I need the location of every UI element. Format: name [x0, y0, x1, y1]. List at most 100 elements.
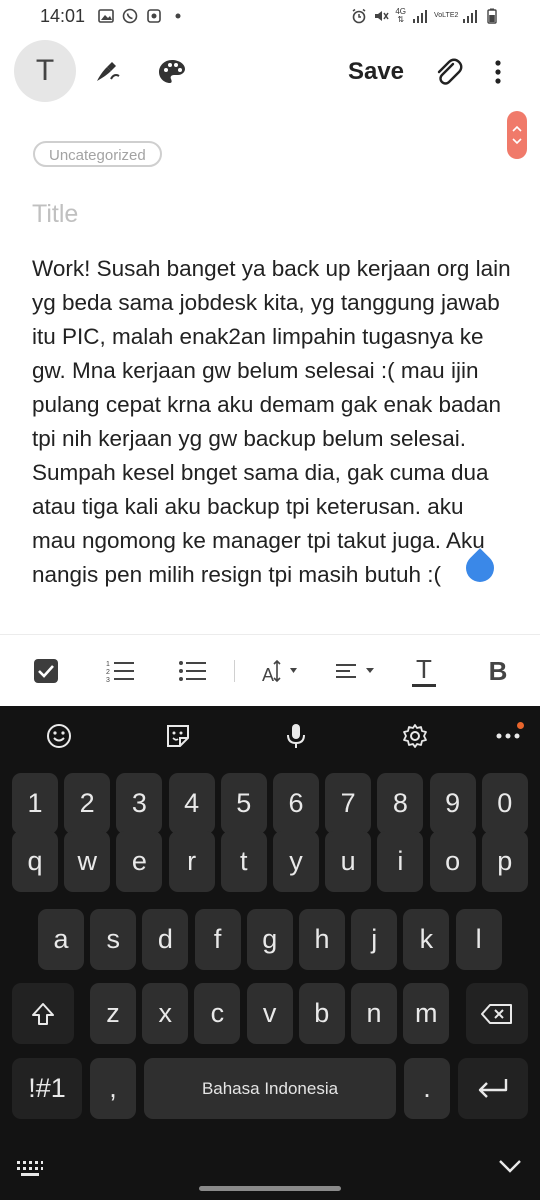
text-color-button[interactable]: T	[406, 649, 442, 693]
bulleted-list-button[interactable]	[174, 649, 210, 693]
svg-text:2: 2	[106, 669, 110, 676]
scroll-handle[interactable]	[507, 111, 527, 159]
hide-keyboard-button[interactable]	[498, 1158, 522, 1179]
alignment-button[interactable]	[332, 649, 384, 693]
key-b[interactable]: b	[298, 983, 345, 1044]
bold-button[interactable]: B	[480, 649, 516, 693]
handwriting-mode-button[interactable]	[88, 52, 128, 92]
emoji-button[interactable]	[41, 718, 77, 754]
sticker-button[interactable]	[160, 718, 196, 754]
key-6[interactable]: 6	[273, 773, 319, 834]
key-g[interactable]: g	[246, 909, 293, 970]
enter-icon	[478, 1078, 508, 1098]
key-7[interactable]: 7	[325, 773, 372, 834]
more-icon	[496, 733, 520, 739]
keyboard: 1 2 3 4 5 6 7 8 9 0 q w e r t y u i o p a s d f g h j k l z x c v b n m !#1,…	[0, 706, 540, 1200]
navigation-handle[interactable]	[199, 1186, 341, 1191]
align-icon	[336, 664, 374, 678]
key-o[interactable]: o	[429, 831, 476, 892]
text-color-underline	[412, 683, 436, 687]
key-c[interactable]: c	[194, 983, 241, 1044]
voice-input-button[interactable]	[278, 718, 314, 754]
period-key[interactable]: .	[404, 1058, 450, 1119]
space-key[interactable]: Bahasa Indonesia	[144, 1058, 396, 1119]
key-5[interactable]: 5	[220, 773, 267, 834]
key-m[interactable]: m	[403, 983, 450, 1044]
key-r[interactable]: r	[168, 831, 215, 892]
note-toolbar: T Save	[0, 34, 540, 109]
key-9[interactable]: 9	[429, 773, 476, 834]
status-time: 14:01	[40, 6, 86, 26]
numbered-list-button[interactable]: 123	[102, 649, 138, 693]
checkbox-button[interactable]	[28, 649, 64, 693]
bulleted-list-icon	[179, 661, 206, 681]
key-i[interactable]: i	[377, 831, 424, 892]
backspace-key[interactable]	[466, 983, 528, 1044]
palette-icon	[159, 60, 185, 83]
key-4[interactable]: 4	[168, 773, 215, 834]
category-chip[interactable]: Uncategorized	[33, 141, 162, 167]
svg-text:3: 3	[106, 677, 110, 683]
key-w[interactable]: w	[64, 831, 111, 892]
gallery-notification-icon	[98, 9, 114, 23]
keyboard-settings-button[interactable]	[397, 718, 433, 754]
symbols-key[interactable]: !#1	[12, 1058, 82, 1119]
keyboard-more-button[interactable]	[490, 718, 526, 754]
key-h[interactable]: h	[299, 909, 345, 970]
signal-1-icon	[413, 10, 427, 23]
keyboard-nav	[0, 1144, 540, 1200]
text-size-button[interactable]: A	[258, 649, 310, 693]
key-l[interactable]: l	[455, 909, 502, 970]
key-k[interactable]: k	[403, 909, 450, 970]
key-3[interactable]: 3	[116, 773, 163, 834]
key-u[interactable]: u	[325, 831, 372, 892]
checkbox-icon	[34, 659, 58, 683]
status-bar: 14:01 4G ⇅ VoLTE2	[0, 0, 540, 34]
key-z[interactable]: z	[90, 983, 136, 1044]
format-toolbar: 123 A T B	[0, 634, 540, 707]
battery-icon	[487, 8, 497, 24]
format-divider	[234, 660, 235, 682]
save-button[interactable]: Save	[336, 52, 416, 92]
enter-key[interactable]	[458, 1058, 528, 1119]
key-j[interactable]: j	[351, 909, 398, 970]
signal-2-icon	[463, 10, 477, 23]
key-f[interactable]: f	[194, 909, 241, 970]
more-options-button[interactable]	[480, 52, 516, 92]
key-e[interactable]: e	[116, 831, 163, 892]
mic-icon	[287, 724, 305, 748]
key-8[interactable]: 8	[377, 773, 424, 834]
whatsapp-notification-icon	[122, 8, 138, 24]
backspace-icon	[481, 1003, 512, 1024]
note-body[interactable]: Work! Susah banget ya back up kerjaan or…	[32, 252, 512, 592]
drawing-mode-button[interactable]	[152, 52, 192, 92]
key-s[interactable]: s	[90, 909, 137, 970]
key-v[interactable]: v	[246, 983, 293, 1044]
key-p[interactable]: p	[481, 831, 528, 892]
key-x[interactable]: x	[142, 983, 189, 1044]
chevron-down-icon	[512, 138, 522, 145]
alarm-icon	[352, 8, 366, 24]
attach-button[interactable]	[428, 52, 468, 92]
mute-icon	[375, 11, 389, 21]
text-mode-button[interactable]: T	[14, 40, 76, 102]
key-a[interactable]: a	[38, 909, 84, 970]
key-q[interactable]: q	[12, 831, 58, 892]
shift-key[interactable]	[12, 983, 74, 1044]
network-4g-indicator: 4G ⇅	[395, 7, 406, 24]
comma-key[interactable]: ,	[90, 1058, 136, 1119]
key-y[interactable]: y	[273, 831, 319, 892]
key-t[interactable]: t	[220, 831, 267, 892]
dot-icon	[175, 13, 181, 19]
title-input[interactable]: Title	[32, 200, 78, 229]
key-2[interactable]: 2	[64, 773, 111, 834]
text-mode-icon: T	[35, 54, 55, 87]
key-d[interactable]: d	[142, 909, 189, 970]
keyboard-switch-button[interactable]	[16, 1160, 44, 1183]
key-0[interactable]: 0	[481, 773, 528, 834]
pen-icon	[97, 62, 120, 81]
svg-text:A: A	[262, 665, 274, 685]
key-n[interactable]: n	[351, 983, 397, 1044]
key-1[interactable]: 1	[12, 773, 58, 834]
chevron-up-icon	[512, 125, 522, 132]
